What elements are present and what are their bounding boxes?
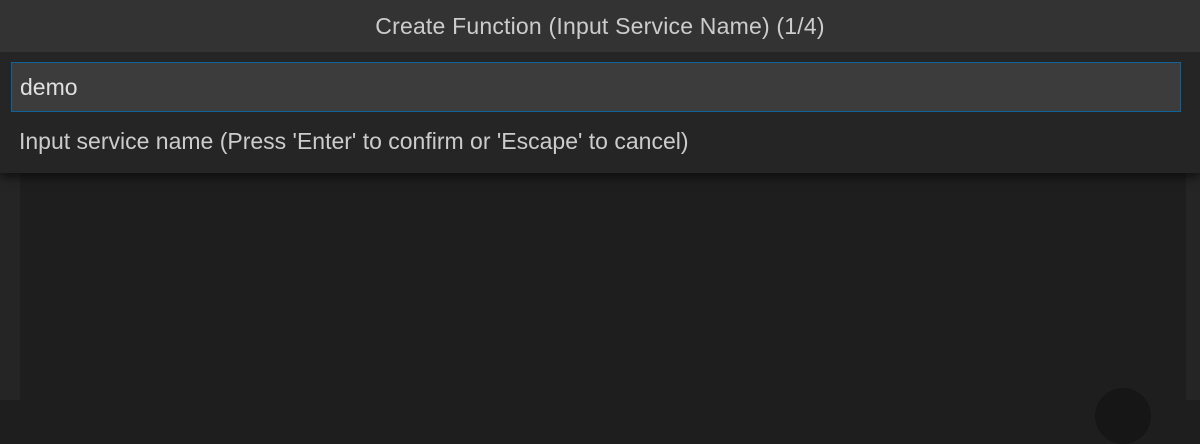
service-name-input[interactable] [11, 62, 1181, 112]
floating-button-edge [1095, 388, 1151, 444]
quick-input-widget: Create Function (Input Service Name) (1/… [0, 0, 1200, 173]
quick-input-title: Create Function (Input Service Name) (1/… [0, 0, 1200, 52]
quick-input-message: Input service name (Press 'Enter' to con… [19, 128, 689, 154]
